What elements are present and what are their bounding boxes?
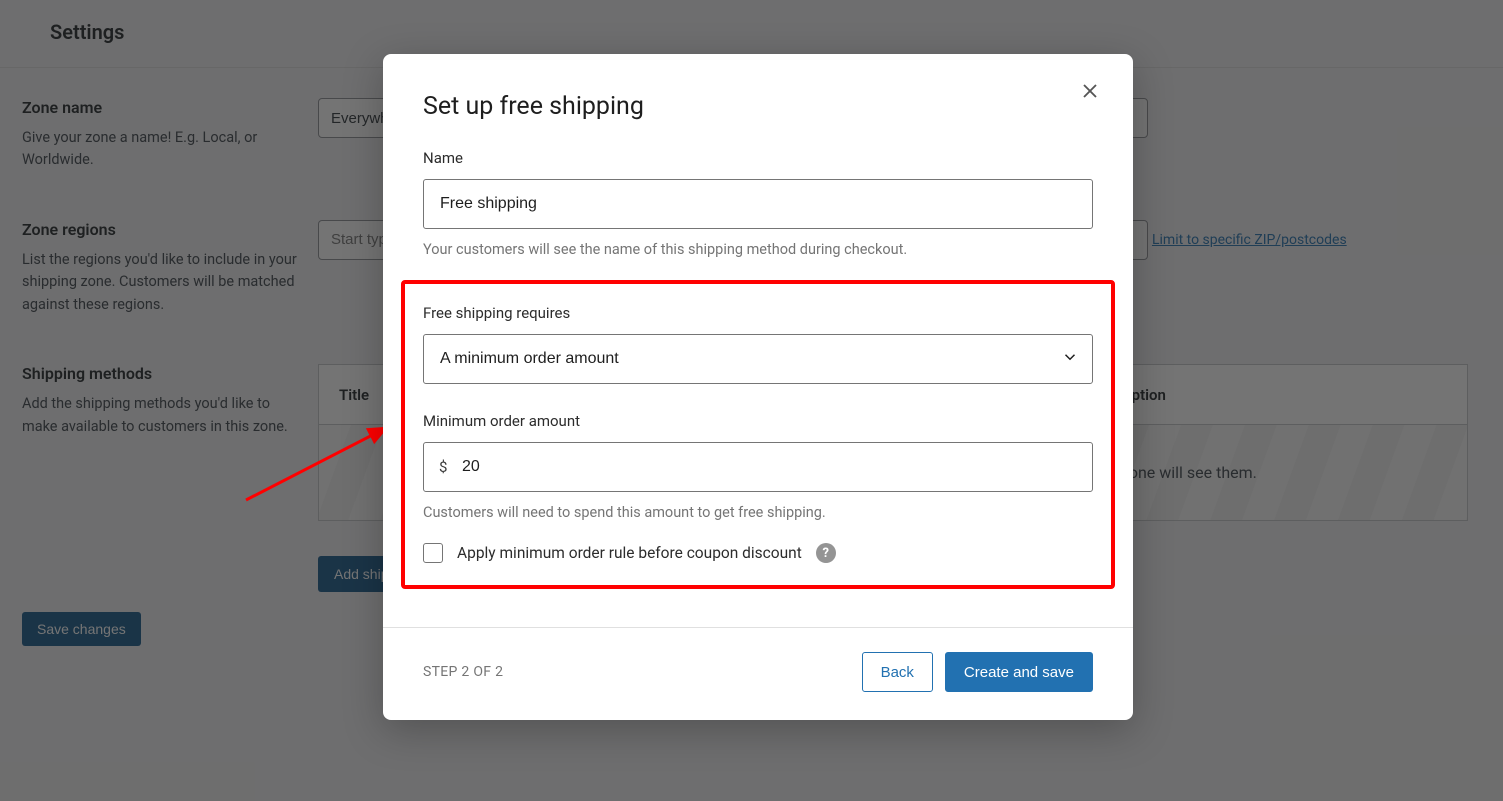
name-field-group: Name Your customers will see the name of… bbox=[423, 149, 1093, 258]
amount-input[interactable] bbox=[423, 442, 1093, 492]
amount-label: Minimum order amount bbox=[423, 412, 1093, 430]
currency-symbol: $ bbox=[439, 458, 447, 476]
coupon-rule-row: Apply minimum order rule before coupon d… bbox=[423, 543, 1093, 563]
modal-footer: STEP 2 OF 2 Back Create and save bbox=[383, 627, 1133, 720]
modal-body: Set up free shipping Name Your customers… bbox=[383, 54, 1133, 589]
amount-help-text: Customers will need to spend this amount… bbox=[423, 504, 1093, 521]
step-indicator: STEP 2 OF 2 bbox=[423, 664, 503, 680]
amount-input-wrap: $ bbox=[423, 442, 1093, 492]
modal-title: Set up free shipping bbox=[423, 92, 1093, 121]
name-input[interactable] bbox=[423, 179, 1093, 229]
name-label: Name bbox=[423, 149, 1093, 167]
help-icon[interactable]: ? bbox=[816, 543, 836, 563]
coupon-rule-label: Apply minimum order rule before coupon d… bbox=[457, 544, 802, 562]
coupon-rule-checkbox[interactable] bbox=[423, 543, 443, 563]
requires-label: Free shipping requires bbox=[423, 304, 1093, 322]
requires-select[interactable] bbox=[423, 334, 1093, 384]
requires-field-group: Free shipping requires bbox=[423, 304, 1093, 384]
free-shipping-modal: Set up free shipping Name Your customers… bbox=[383, 54, 1133, 720]
back-button[interactable]: Back bbox=[862, 652, 933, 692]
name-help-text: Your customers will see the name of this… bbox=[423, 241, 1093, 258]
close-icon bbox=[1081, 85, 1099, 104]
requires-select-wrap bbox=[423, 334, 1093, 384]
close-button[interactable] bbox=[1081, 82, 1105, 106]
footer-buttons: Back Create and save bbox=[862, 652, 1093, 692]
highlighted-settings-box: Free shipping requires Minimum order amo… bbox=[401, 280, 1115, 589]
create-and-save-button[interactable]: Create and save bbox=[945, 652, 1093, 692]
amount-field-group: Minimum order amount $ Customers will ne… bbox=[423, 412, 1093, 521]
